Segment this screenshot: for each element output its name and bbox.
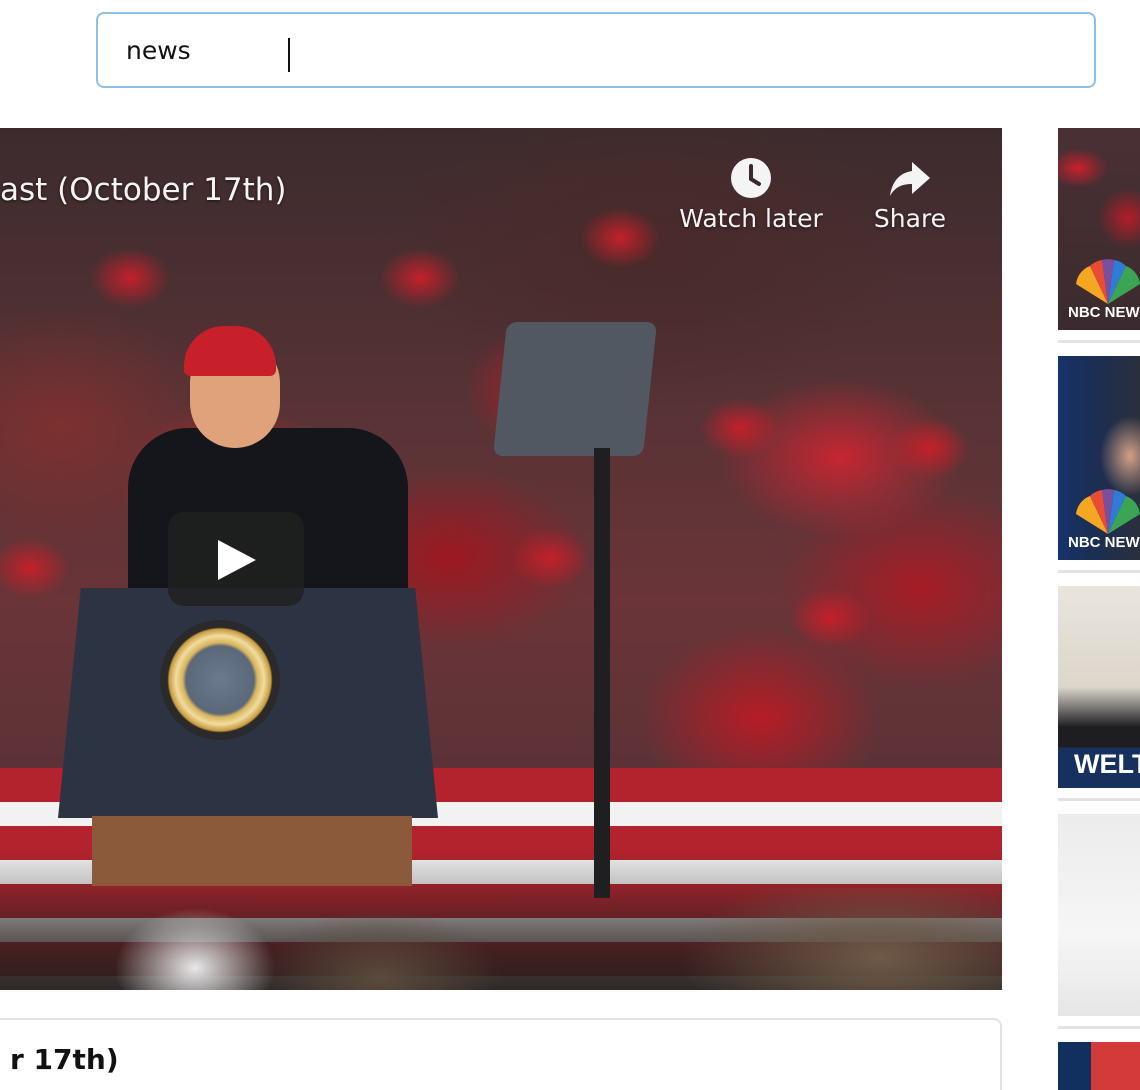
clock-icon [731,158,771,198]
thumbnail-overlay-text: NBC NEWS [1068,304,1140,321]
video-title-overlay: ast (October 17th) [0,172,287,208]
related-video-thumbnail[interactable]: NBC NEWS [1058,356,1140,560]
related-video-thumbnail[interactable] [1058,1042,1140,1090]
watch-later-label: Watch later [679,204,823,233]
video-info-card [0,1018,1002,1090]
related-video-thumbnail[interactable]: WELT [1058,586,1140,788]
related-video-thumbnail[interactable] [1058,814,1140,1016]
thumbnail-overlay-text: NBC NEWS [1068,534,1140,551]
divider [1058,798,1140,801]
divider [1058,570,1140,573]
thumbnail-overlay-text: WELT [1074,749,1140,779]
share-button[interactable]: Share [866,156,954,233]
search-input[interactable] [98,14,1094,86]
share-arrow-icon [890,162,930,196]
teleprompter [492,322,658,456]
video-info-title[interactable]: r 17th) [10,1043,119,1076]
play-button[interactable] [168,512,304,606]
divider [1058,340,1140,343]
video-player[interactable] [0,128,1002,990]
search-box[interactable] [96,12,1096,88]
teleprompter-pole [594,448,610,898]
podium-base [92,816,412,886]
text-caret [288,38,290,72]
presidential-seal [160,620,280,740]
play-icon [218,540,256,580]
foreground-crowd [0,888,1002,990]
watch-later-button[interactable]: Watch later [676,156,826,233]
related-video-thumbnail[interactable]: NBC NEWS [1058,128,1140,330]
divider [1058,1026,1140,1029]
share-label: Share [873,204,947,233]
